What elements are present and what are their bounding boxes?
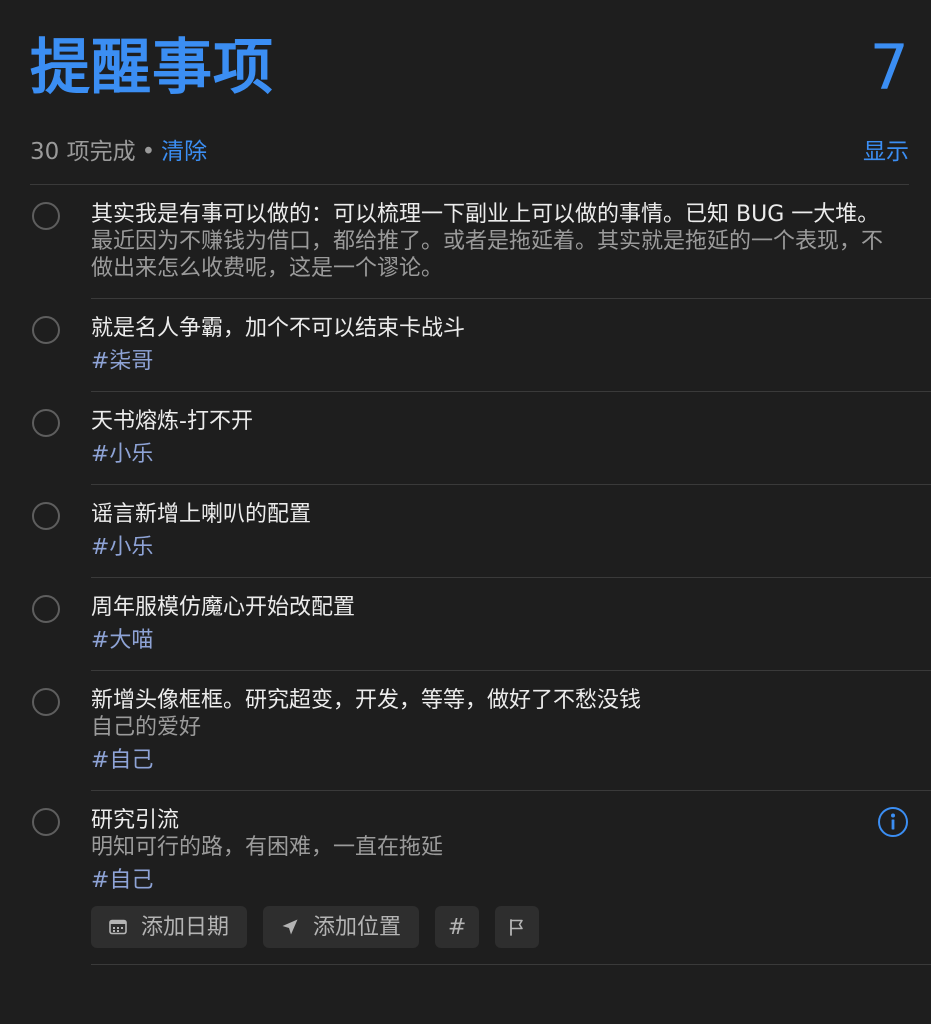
reminder-note[interactable]: 最近因为不赚钱为借口，都给推了。或者是拖延着。其实就是拖延的一个表现，不做出来怎… [91, 228, 891, 282]
reminder-title[interactable]: 研究引流 [91, 807, 891, 834]
reminder-tag[interactable]: #自己 [91, 747, 891, 774]
show-button[interactable]: 显示 [863, 136, 909, 168]
complete-checkbox[interactable] [32, 595, 60, 623]
add-location-label: 添加位置 [313, 914, 402, 940]
complete-checkbox[interactable] [32, 316, 60, 344]
reminder-note[interactable]: 自己的爱好 [91, 714, 891, 741]
header: 提醒事项 7 [30, 22, 909, 104]
complete-checkbox[interactable] [32, 688, 60, 716]
reminder-title[interactable]: 周年服模仿魔心开始改配置 [91, 594, 891, 621]
list-title: 提醒事项 [30, 33, 274, 103]
reminder-item[interactable]: 天书熔炼-打不开 #小乐 [0, 392, 931, 485]
complete-checkbox[interactable] [32, 808, 60, 836]
reminder-title[interactable]: 天书熔炼-打不开 [91, 408, 891, 435]
reminder-tag[interactable]: #小乐 [91, 534, 891, 561]
reminder-tag[interactable]: #小乐 [91, 441, 891, 468]
complete-checkbox[interactable] [32, 502, 60, 530]
reminder-item[interactable]: 周年服模仿魔心开始改配置 #大喵 [0, 578, 931, 671]
reminder-title[interactable]: 新增头像框框。研究超变，开发，等等，做好了不愁没钱 [91, 687, 891, 714]
reminder-count: 7 [869, 31, 909, 104]
reminder-item-selected[interactable]: 研究引流 明知可行的路，有困难，一直在拖延 #自己 添加日期 添加位置 # [0, 791, 931, 965]
hash-icon: # [447, 914, 467, 940]
complete-checkbox[interactable] [32, 409, 60, 437]
add-location-button[interactable]: 添加位置 [263, 906, 420, 948]
reminder-tag[interactable]: #大喵 [91, 627, 891, 654]
reminder-item[interactable]: 谣言新增上喇叭的配置 #小乐 [0, 485, 931, 578]
reminder-item[interactable]: 新增头像框框。研究超变，开发，等等，做好了不愁没钱 自己的爱好 #自己 [0, 671, 931, 791]
reminder-tag[interactable]: #柒哥 [91, 348, 891, 375]
reminder-item[interactable]: 其实我是有事可以做的：可以梳理一下副业上可以做的事情。已知 BUG 一大堆。 最… [0, 185, 931, 299]
reminder-actions: 添加日期 添加位置 # [91, 906, 891, 948]
add-date-button[interactable]: 添加日期 [91, 906, 248, 948]
reminder-title[interactable]: 其实我是有事可以做的：可以梳理一下副业上可以做的事情。已知 BUG 一大堆。 [91, 201, 891, 228]
add-tag-button[interactable]: # [435, 906, 480, 948]
completed-summary: 30 项完成 • 清除 显示 [30, 136, 909, 168]
clear-button[interactable]: 清除 [161, 139, 207, 165]
reminder-title[interactable]: 就是名人争霸，加个不可以结束卡战斗 [91, 315, 891, 342]
location-arrow-icon [282, 919, 298, 935]
info-icon[interactable] [877, 806, 909, 838]
reminder-item[interactable]: 就是名人争霸，加个不可以结束卡战斗 #柒哥 [0, 299, 931, 392]
reminder-title[interactable]: 谣言新增上喇叭的配置 [91, 501, 891, 528]
separator-dot: • [141, 139, 156, 165]
add-flag-button[interactable] [495, 906, 540, 948]
reminder-tag[interactable]: #自己 [91, 867, 891, 894]
reminder-list: 其实我是有事可以做的：可以梳理一下副业上可以做的事情。已知 BUG 一大堆。 最… [0, 185, 931, 965]
add-date-label: 添加日期 [141, 914, 230, 940]
reminder-note[interactable]: 明知可行的路，有困难，一直在拖延 [91, 834, 891, 861]
calendar-icon [109, 919, 127, 935]
completed-count: 30 项完成 [30, 139, 136, 165]
flag-icon [510, 919, 523, 936]
complete-checkbox[interactable] [32, 202, 60, 230]
